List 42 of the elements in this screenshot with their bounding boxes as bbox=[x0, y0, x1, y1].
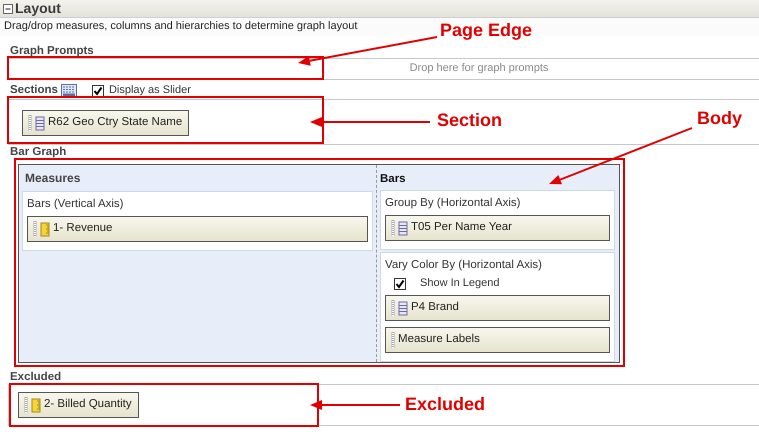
group-label: Group By (Horizontal Axis) bbox=[385, 197, 522, 211]
callout-label: Section bbox=[437, 110, 502, 132]
column-chip[interactable]: Measure Labels bbox=[385, 327, 610, 353]
grip-icon bbox=[28, 115, 32, 131]
column-chip[interactable]: T05 Per Name Year bbox=[385, 215, 610, 241]
section-label: Sections bbox=[9, 84, 58, 98]
section-label: Bar Graph bbox=[9, 145, 68, 160]
list-icon bbox=[398, 220, 408, 236]
section-label: Graph Prompts bbox=[9, 45, 95, 58]
checkbox-label: Show In Legend bbox=[420, 276, 500, 290]
column-chip[interactable]: 1- Revenue bbox=[27, 216, 368, 242]
drop-zone[interactable]: Bars (Vertical Axis) 1- Revenue bbox=[22, 191, 373, 251]
grid-icon bbox=[60, 84, 77, 98]
panel-title: Layout bbox=[15, 0, 61, 17]
column-chip[interactable]: R62 Geo Ctry State Name bbox=[22, 110, 190, 136]
list-icon bbox=[398, 300, 408, 316]
section-label: Excluded bbox=[9, 371, 62, 384]
grip-icon bbox=[391, 220, 395, 236]
pane-title: Bars bbox=[380, 173, 407, 187]
drop-zone[interactable]: Drop here for graph prompts bbox=[8, 58, 759, 80]
checkbox[interactable] bbox=[92, 85, 104, 97]
column-chip[interactable]: 2- Billed Quantity bbox=[18, 392, 139, 418]
group-label: Vary Color By (Horizontal Axis) bbox=[385, 259, 543, 273]
grip-icon bbox=[33, 221, 37, 237]
group-label: Bars (Vertical Axis) bbox=[27, 198, 124, 212]
column-chip[interactable]: P4 Brand bbox=[385, 295, 610, 321]
callout-label: Excluded bbox=[405, 394, 486, 416]
drop-zone[interactable]: Vary Color By (Horizontal Axis) Show In Legend P4 Brand Measure Labels bbox=[380, 252, 615, 362]
list-icon bbox=[35, 116, 45, 130]
placeholder-text: Drop here for graph prompts bbox=[410, 62, 548, 76]
callout-label: Page Edge bbox=[440, 20, 532, 42]
grip-icon bbox=[24, 397, 28, 413]
callout-label: Body bbox=[697, 108, 742, 130]
ruler-icon bbox=[40, 222, 50, 236]
grip-icon bbox=[391, 332, 395, 348]
drop-zone[interactable]: Group By (Horizontal Axis) T05 Per Name Year bbox=[380, 190, 615, 250]
grip-icon bbox=[391, 300, 395, 316]
checkbox-label: Display as Slider bbox=[108, 84, 191, 98]
ruler-icon bbox=[31, 398, 41, 412]
checkbox[interactable] bbox=[394, 278, 406, 290]
pane-title: Measures bbox=[24, 171, 82, 187]
collapse-icon[interactable] bbox=[3, 4, 13, 14]
